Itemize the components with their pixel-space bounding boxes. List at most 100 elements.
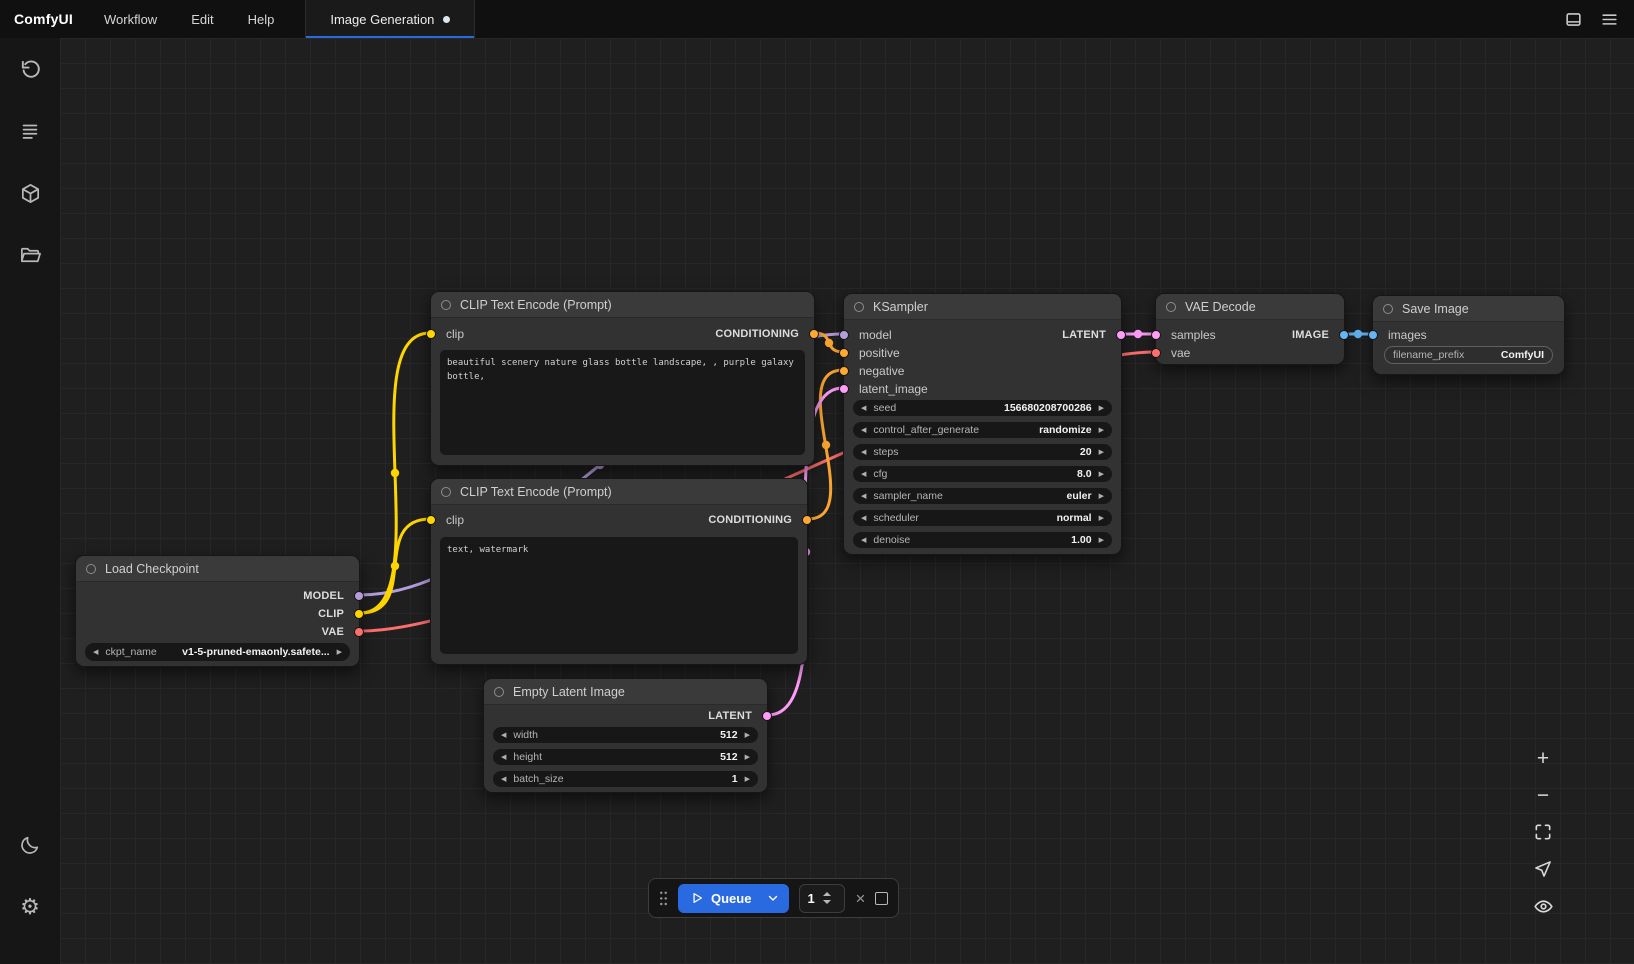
collapse-toggle-icon[interactable]	[86, 564, 96, 574]
clip-port-dot-icon[interactable]	[426, 329, 436, 339]
clip-port-dot-icon[interactable]	[426, 515, 436, 525]
widget-filename-prefix[interactable]: filename_prefix ComfyUI	[1384, 346, 1553, 364]
workflows-folder-icon[interactable]	[0, 224, 60, 286]
toggle-links-eye-icon[interactable]	[1530, 894, 1556, 918]
widget-batch-size[interactable]: batch_size 1	[493, 771, 758, 787]
increment-arrow-icon[interactable]	[1099, 471, 1104, 478]
hamburger-menu-icon[interactable]	[1594, 4, 1624, 34]
node-header[interactable]: CLIP Text Encode (Prompt)	[431, 479, 807, 505]
port-negative-input[interactable]: negative	[844, 362, 904, 380]
port-clip-output[interactable]: CLIP	[318, 605, 359, 623]
decrement-arrow-icon[interactable]	[861, 493, 866, 500]
node-header[interactable]: KSampler	[844, 294, 1121, 320]
decrement-arrow-icon[interactable]	[861, 427, 866, 434]
collapse-toggle-icon[interactable]	[441, 487, 451, 497]
clear-queue-icon[interactable]: ×	[855, 890, 865, 907]
stop-icon[interactable]	[875, 892, 888, 905]
conditioning-port-dot-icon[interactable]	[839, 366, 849, 376]
node-header[interactable]: Load Checkpoint	[76, 556, 359, 582]
increment-step-icon[interactable]	[823, 892, 831, 896]
node-load-checkpoint[interactable]: Load Checkpoint MODEL CLIP VAE ckpt_name…	[75, 555, 360, 667]
widget-sampler-name[interactable]: sampler_name euler	[853, 488, 1112, 504]
increment-arrow-icon[interactable]	[1099, 405, 1104, 412]
image-port-dot-icon[interactable]	[1339, 330, 1349, 340]
model-library-icon[interactable]	[0, 162, 60, 224]
model-port-dot-icon[interactable]	[839, 330, 849, 340]
increment-arrow-icon[interactable]	[745, 754, 750, 761]
widget-cfg[interactable]: cfg 8.0	[853, 466, 1112, 482]
queue-options-dropdown[interactable]	[757, 884, 789, 913]
select-mode-pointer-icon[interactable]	[1530, 857, 1556, 881]
conditioning-port-dot-icon[interactable]	[809, 329, 819, 339]
decrement-arrow-icon[interactable]	[501, 776, 506, 783]
conditioning-port-dot-icon[interactable]	[839, 348, 849, 358]
clip-port-dot-icon[interactable]	[354, 609, 364, 619]
increment-arrow-icon[interactable]	[1099, 427, 1104, 434]
widget-seed[interactable]: seed 156680208700286	[853, 400, 1112, 416]
image-port-dot-icon[interactable]	[1368, 330, 1378, 340]
node-ksampler[interactable]: KSampler model positive negative latent_…	[843, 293, 1122, 555]
model-port-dot-icon[interactable]	[354, 591, 364, 601]
graph-canvas[interactable]: Load Checkpoint MODEL CLIP VAE ckpt_name…	[60, 38, 1634, 964]
port-conditioning-output[interactable]: CONDITIONING	[715, 325, 814, 343]
node-header[interactable]: CLIP Text Encode (Prompt)	[431, 292, 814, 318]
increment-arrow-icon[interactable]	[1099, 537, 1104, 544]
latent-port-dot-icon[interactable]	[1151, 330, 1161, 340]
port-model-output[interactable]: MODEL	[303, 587, 359, 605]
node-header[interactable]: VAE Decode	[1156, 294, 1344, 320]
fit-view-icon[interactable]	[1530, 820, 1556, 844]
collapse-toggle-icon[interactable]	[441, 300, 451, 310]
queue-button[interactable]: Queue	[678, 884, 757, 913]
port-images-input[interactable]: images	[1373, 326, 1427, 344]
widget-control-after-generate[interactable]: control_after_generate randomize	[853, 422, 1112, 438]
port-positive-input[interactable]: positive	[844, 344, 900, 362]
menu-edit[interactable]: Edit	[174, 0, 230, 38]
widget-height[interactable]: height 512	[493, 749, 758, 765]
decrement-arrow-icon[interactable]	[501, 732, 506, 739]
collapse-toggle-icon[interactable]	[1383, 304, 1393, 314]
port-vae-input[interactable]: vae	[1156, 344, 1190, 362]
collapse-toggle-icon[interactable]	[1166, 302, 1176, 312]
widget-scheduler[interactable]: scheduler normal	[853, 510, 1112, 526]
port-clip-input[interactable]: clip	[431, 511, 464, 529]
node-header[interactable]: Empty Latent Image	[484, 679, 767, 705]
widget-denoise[interactable]: denoise 1.00	[853, 532, 1112, 548]
theme-toggle-moon-icon[interactable]	[0, 814, 60, 876]
node-empty-latent-image[interactable]: Empty Latent Image LATENT width 512 heig…	[483, 678, 768, 793]
port-model-input[interactable]: model	[844, 326, 892, 344]
increment-arrow-icon[interactable]	[745, 776, 750, 783]
prompt-textarea[interactable]: beautiful scenery nature glass bottle la…	[440, 350, 805, 455]
menu-help[interactable]: Help	[231, 0, 292, 38]
prompt-textarea[interactable]: text, watermark	[440, 537, 798, 654]
node-vae-decode[interactable]: VAE Decode samples vae IMAGE	[1155, 293, 1345, 365]
port-vae-output[interactable]: VAE	[322, 623, 359, 641]
decrement-arrow-icon[interactable]	[861, 449, 866, 456]
port-samples-input[interactable]: samples	[1156, 326, 1216, 344]
node-library-icon[interactable]	[0, 100, 60, 162]
vae-port-dot-icon[interactable]	[1151, 348, 1161, 358]
tab-image-generation[interactable]: Image Generation	[306, 0, 475, 38]
port-conditioning-output[interactable]: CONDITIONING	[708, 511, 807, 529]
decrement-arrow-icon[interactable]	[93, 649, 98, 656]
widget-ckpt-name[interactable]: ckpt_name v1-5-pruned-emaonly.safete...	[85, 643, 350, 661]
decrement-arrow-icon[interactable]	[861, 471, 866, 478]
zoom-in-icon[interactable]: +	[1530, 746, 1556, 770]
port-latent-image-input[interactable]: latent_image	[844, 380, 928, 398]
increment-arrow-icon[interactable]	[1099, 449, 1104, 456]
port-clip-input[interactable]: clip	[431, 325, 464, 343]
decrement-arrow-icon[interactable]	[501, 754, 506, 761]
zoom-out-icon[interactable]: −	[1530, 783, 1556, 807]
menu-workflow[interactable]: Workflow	[87, 0, 174, 38]
decrement-arrow-icon[interactable]	[861, 405, 866, 412]
port-latent-output[interactable]: LATENT	[708, 707, 767, 725]
widget-steps[interactable]: steps 20	[853, 444, 1112, 460]
queue-history-icon[interactable]	[0, 38, 60, 100]
latent-port-dot-icon[interactable]	[762, 711, 772, 721]
decrement-arrow-icon[interactable]	[861, 537, 866, 544]
decrement-arrow-icon[interactable]	[861, 515, 866, 522]
port-image-output[interactable]: IMAGE	[1292, 326, 1344, 344]
latent-port-dot-icon[interactable]	[839, 384, 849, 394]
batch-count-input[interactable]: 1	[799, 884, 845, 913]
collapse-toggle-icon[interactable]	[494, 687, 504, 697]
latent-port-dot-icon[interactable]	[1116, 330, 1126, 340]
